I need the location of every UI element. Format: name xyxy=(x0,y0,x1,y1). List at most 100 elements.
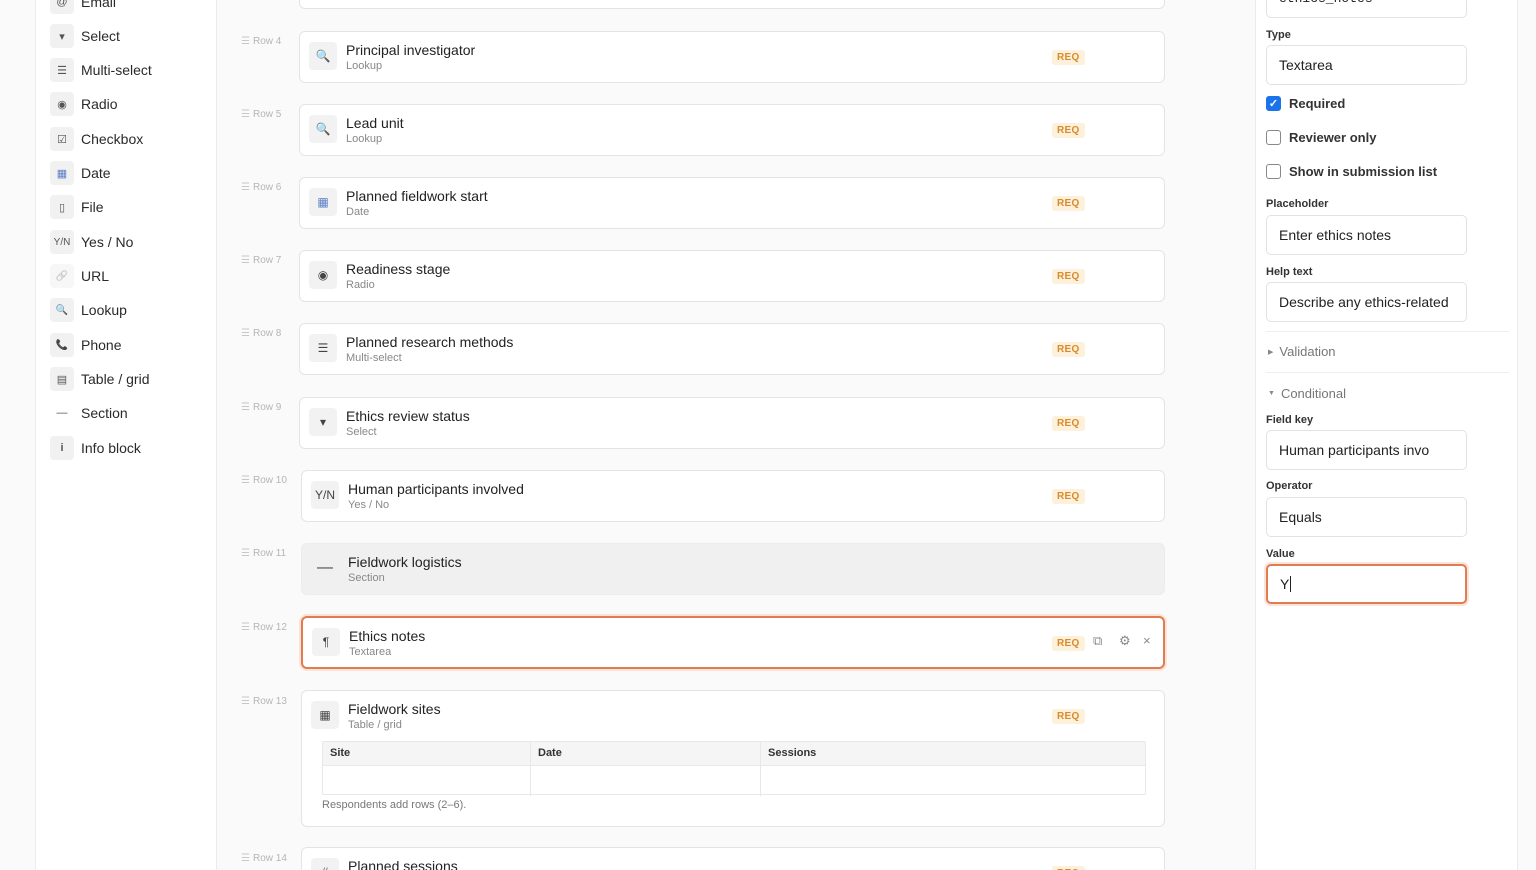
required-badge: REQ xyxy=(1052,342,1085,357)
field-card-row-3[interactable] xyxy=(299,0,1165,9)
palette-item-table-grid[interactable]: ▤ Table / grid xyxy=(50,367,149,391)
palette-item-radio[interactable]: ◉ Radio xyxy=(50,92,118,116)
palette-item-checkbox[interactable]: ☑ Checkbox xyxy=(50,127,143,151)
field-type: Lookup xyxy=(346,133,383,145)
divider-icon: — xyxy=(317,559,333,576)
palette-item-multi-select[interactable]: ☰ Multi-select xyxy=(50,58,152,82)
field-card-fieldwork-logistics-section[interactable]: — Fieldwork logistics Section xyxy=(301,543,1165,595)
row-label: ☰ Row 13 xyxy=(241,696,287,707)
field-title: Planned research methods xyxy=(346,334,514,350)
drag-handle-icon[interactable]: ☰ xyxy=(241,853,250,864)
show-in-list-label: Show in submission list xyxy=(1289,164,1438,179)
radio-icon: ◉ xyxy=(309,261,337,289)
text-caret xyxy=(1290,576,1292,592)
drag-handle-icon[interactable]: ☰ xyxy=(241,255,250,266)
dropdown-icon: ▾ xyxy=(309,408,337,436)
divider xyxy=(1266,372,1509,373)
validation-toggle[interactable]: ▶ Validation xyxy=(1268,344,1336,359)
row-label: ☰ Row 6 xyxy=(241,182,281,193)
calendar-icon: ▦ xyxy=(50,161,74,185)
field-type: Table / grid xyxy=(348,719,402,731)
field-card-fieldwork-sites[interactable]: ▦ Fieldwork sites Table / grid REQ Site … xyxy=(301,690,1165,827)
validation-label: Validation xyxy=(1279,344,1336,359)
row-number: Row 5 xyxy=(252,109,282,120)
drag-handle-icon[interactable]: ☰ xyxy=(241,109,250,120)
conditional-toggle[interactable]: ▼ Conditional xyxy=(1268,386,1346,401)
palette-item-section[interactable]: — Section xyxy=(50,401,128,425)
field-title: Planned sessions xyxy=(348,858,458,870)
operator-select[interactable]: Equals xyxy=(1266,497,1467,537)
condition-value-input[interactable]: Y xyxy=(1266,564,1467,604)
gear-icon[interactable]: ⚙ xyxy=(1119,633,1131,649)
palette-item-yes-no[interactable]: Y/N Yes / No xyxy=(50,230,133,254)
reviewer-only-checkbox[interactable]: Reviewer only xyxy=(1266,130,1376,145)
drag-handle-icon[interactable]: ☰ xyxy=(241,622,250,633)
drag-handle-icon[interactable]: ☰ xyxy=(241,548,250,559)
palette-item-info-block[interactable]: i Info block xyxy=(50,436,141,460)
palette-item-file[interactable]: ▯ File xyxy=(50,195,104,219)
palette-item-lookup[interactable]: 🔍 Lookup xyxy=(50,298,127,322)
field-card-human-participants-involved[interactable]: Y/N Human participants involved Yes / No… xyxy=(301,470,1165,522)
grid-column-label: Date xyxy=(538,747,562,759)
required-badge: REQ xyxy=(1052,123,1085,138)
divider-icon: — xyxy=(56,407,68,419)
field-title: Lead unit xyxy=(346,115,404,131)
close-icon[interactable]: × xyxy=(1143,633,1151,648)
required-badge: REQ xyxy=(1052,866,1085,870)
placeholder-input[interactable]: Enter ethics notes xyxy=(1266,215,1467,255)
row-number: Row 11 xyxy=(252,548,287,559)
drag-handle-icon[interactable]: ☰ xyxy=(241,475,250,486)
field-card-planned-research-methods[interactable]: ☰ Planned research methods Multi-select … xyxy=(299,323,1165,375)
field-type: Radio xyxy=(346,279,375,291)
chevron-down-icon: ▼ xyxy=(1268,390,1275,397)
palette-item-label: Table / grid xyxy=(81,371,150,387)
field-card-readiness-stage[interactable]: ◉ Readiness stage Radio REQ xyxy=(299,250,1165,302)
drag-handle-icon[interactable]: ☰ xyxy=(241,182,250,193)
palette-item-label: Phone xyxy=(81,337,122,353)
grid-preview: Site Date Sessions xyxy=(322,741,1146,796)
field-card-ethics-review-status[interactable]: ▾ Ethics review status Select REQ xyxy=(299,397,1165,449)
field-card-planned-sessions[interactable]: # Planned sessions REQ xyxy=(301,847,1165,870)
required-label: Required xyxy=(1289,96,1346,111)
row-number: Row 13 xyxy=(252,696,287,707)
grid-column-sessions: Sessions xyxy=(760,742,816,796)
row-number: Row 14 xyxy=(252,853,287,864)
drag-handle-icon[interactable]: ☰ xyxy=(241,696,250,707)
drag-handle-icon[interactable]: ☰ xyxy=(241,36,250,47)
field-card-principal-investigator[interactable]: 🔍 Principal investigator Lookup REQ xyxy=(299,31,1165,83)
chevron-right-icon: ▶ xyxy=(1268,348,1274,356)
duplicate-icon[interactable]: ⧉ xyxy=(1093,633,1102,649)
required-checkbox[interactable]: ✓ Required xyxy=(1266,96,1345,111)
palette-item-email[interactable]: @ Email xyxy=(50,0,116,14)
table-icon: ▦ xyxy=(311,701,339,729)
palette-item-label: Info block xyxy=(81,440,141,456)
palette-item-phone[interactable]: 📞 Phone xyxy=(50,333,121,357)
field-card-lead-unit[interactable]: 🔍 Lead unit Lookup REQ xyxy=(299,104,1165,156)
field-type: Lookup xyxy=(346,60,383,72)
search-icon: 🔍 xyxy=(50,298,74,322)
conditional-label: Conditional xyxy=(1280,386,1346,401)
field-key-input[interactable]: ethics_notes xyxy=(1266,0,1467,18)
field-card-ethics-notes[interactable]: ¶ Ethics notes Textarea REQ ⧉ ⚙ × xyxy=(301,616,1165,669)
field-card-planned-fieldwork-start[interactable]: ▦ Planned fieldwork start Date REQ xyxy=(299,177,1165,229)
condition-field-key-select[interactable]: Human participants invo xyxy=(1266,430,1467,470)
drag-handle-icon[interactable]: ☰ xyxy=(241,328,250,339)
at-icon: @ xyxy=(50,0,74,14)
row-label: ☰ Row 11 xyxy=(241,548,286,559)
type-label: Type xyxy=(1266,29,1291,41)
row-label: ☰ Row 5 xyxy=(241,109,281,120)
palette-item-select[interactable]: ▾ Select xyxy=(50,24,120,48)
row-number: Row 9 xyxy=(252,402,282,413)
help-text-input[interactable]: Describe any ethics-related xyxy=(1266,282,1467,322)
palette-item-url[interactable]: 🔗 URL xyxy=(50,264,109,288)
palette-item-label: Radio xyxy=(81,96,118,112)
checkbox-icon: ☑ xyxy=(50,127,74,151)
show-in-list-checkbox[interactable]: Show in submission list xyxy=(1266,164,1437,179)
drag-handle-icon[interactable]: ☰ xyxy=(241,402,250,413)
yes-no-icon: Y/N xyxy=(50,230,74,254)
row-label: ☰ Row 4 xyxy=(241,36,281,47)
type-select[interactable]: Textarea xyxy=(1266,45,1467,85)
search-icon: 🔍 xyxy=(309,42,337,70)
field-title: Readiness stage xyxy=(346,261,451,277)
palette-item-date[interactable]: ▦ Date xyxy=(50,161,111,185)
